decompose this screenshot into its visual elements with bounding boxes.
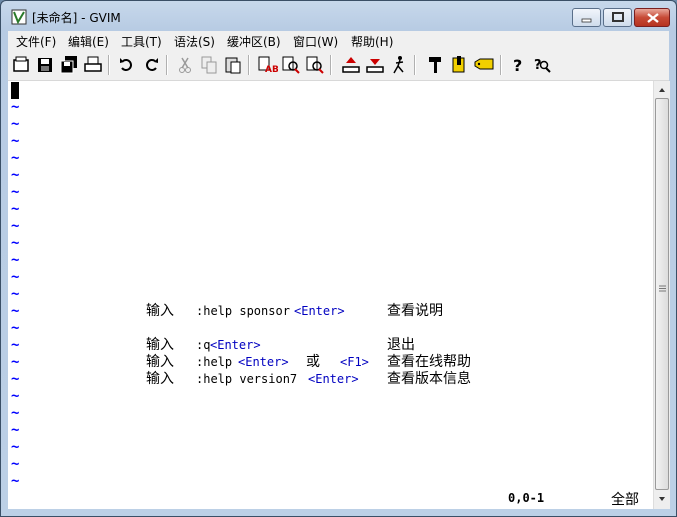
editor-area[interactable]: ~ ~ ~ ~ ~ ~ ~ ~ ~ ~ ~ ~ ~ ~ ~ ~ ~ ~ ~ ~ ~ ~ ~ 输入 :help sponsor… xyxy=(8,81,653,509)
tilde-marker: ~ xyxy=(11,218,20,234)
scroll-up-button[interactable] xyxy=(654,81,670,98)
toolbar-separator xyxy=(330,55,332,75)
print-icon[interactable] xyxy=(82,54,104,76)
save-icon[interactable] xyxy=(34,54,56,76)
save-session-icon[interactable] xyxy=(364,54,386,76)
toolbar-separator xyxy=(166,55,168,75)
tilde-marker: ~ xyxy=(11,184,20,200)
tilde-marker: ~ xyxy=(11,320,20,336)
find-prev-icon[interactable] xyxy=(304,54,326,76)
tilde-marker: ~ xyxy=(11,252,20,268)
scroll-indicator: 全部 xyxy=(611,492,639,508)
menu-bar: 文件(F) 编辑(E) 工具(T) 语法(S) 缓冲区(B) 窗口(W) 帮助(… xyxy=(8,31,669,51)
toolbar-separator xyxy=(248,55,250,75)
svg-text:?: ? xyxy=(513,56,522,75)
tilde-marker: ~ xyxy=(11,286,20,302)
tilde-marker: ~ xyxy=(11,303,20,319)
find-replace-icon[interactable]: AB xyxy=(256,54,278,76)
tilde-marker: ~ xyxy=(11,201,20,217)
help-icon[interactable]: ? xyxy=(507,54,529,76)
minimize-button[interactable] xyxy=(572,8,601,27)
toolbar: AB ? ? xyxy=(8,51,669,81)
tilde-marker: ~ xyxy=(11,150,20,166)
paste-icon[interactable] xyxy=(222,54,244,76)
tilde-marker: ~ xyxy=(11,371,20,387)
find-help-icon[interactable]: ? xyxy=(531,54,553,76)
load-session-icon[interactable] xyxy=(340,54,362,76)
run-script-icon[interactable] xyxy=(388,54,410,76)
open-icon[interactable] xyxy=(10,54,32,76)
menu-help[interactable]: 帮助(H) xyxy=(351,33,393,50)
menu-buffers[interactable]: 缓冲区(B) xyxy=(227,33,281,50)
close-button[interactable] xyxy=(634,8,670,27)
tilde-marker: ~ xyxy=(11,473,20,489)
copy-icon[interactable] xyxy=(198,54,220,76)
scroll-down-button[interactable] xyxy=(654,490,670,507)
undo-icon[interactable] xyxy=(116,54,138,76)
tilde-marker: ~ xyxy=(11,388,20,404)
tilde-marker: ~ xyxy=(11,439,20,455)
menu-tools[interactable]: 工具(T) xyxy=(121,33,162,50)
jump-tag-icon[interactable] xyxy=(473,54,495,76)
toolbar-separator xyxy=(414,55,416,75)
svg-text:AB: AB xyxy=(265,65,278,75)
cursor-position: 0,0-1 xyxy=(508,491,545,505)
tilde-marker: ~ xyxy=(11,422,20,438)
run-ctags-icon[interactable] xyxy=(448,54,470,76)
gvim-window: [未命名] - GVIM 文件(F) 编辑(E) 工具(T) 语法(S) 缓冲区… xyxy=(0,0,677,517)
tilde-marker: ~ xyxy=(11,405,20,421)
menu-file[interactable]: 文件(F) xyxy=(16,33,56,50)
tilde-marker: ~ xyxy=(11,167,20,183)
vim-app-icon xyxy=(11,9,27,25)
tilde-marker: ~ xyxy=(11,133,20,149)
text-cursor xyxy=(11,82,19,99)
toolbar-separator xyxy=(500,55,502,75)
cut-icon[interactable] xyxy=(174,54,196,76)
save-all-icon[interactable] xyxy=(58,54,80,76)
maximize-button[interactable] xyxy=(603,8,632,27)
menu-window[interactable]: 窗口(W) xyxy=(293,33,338,50)
toolbar-separator xyxy=(108,55,110,75)
menu-syntax[interactable]: 语法(S) xyxy=(174,33,215,50)
scrollbar-thumb[interactable] xyxy=(655,98,669,490)
tilde-marker: ~ xyxy=(11,269,20,285)
find-next-icon[interactable] xyxy=(280,54,302,76)
make-icon[interactable] xyxy=(424,54,446,76)
tilde-marker: ~ xyxy=(11,337,20,353)
redo-icon[interactable] xyxy=(140,54,162,76)
menu-edit[interactable]: 编辑(E) xyxy=(68,33,109,50)
tilde-marker: ~ xyxy=(11,99,20,115)
tilde-marker: ~ xyxy=(11,456,20,472)
vertical-scrollbar[interactable] xyxy=(653,81,670,509)
window-title: [未命名] - GVIM xyxy=(32,11,121,25)
tilde-marker: ~ xyxy=(11,235,20,251)
tilde-marker: ~ xyxy=(11,116,20,132)
tilde-marker: ~ xyxy=(11,354,20,370)
title-bar[interactable]: [未命名] - GVIM xyxy=(1,1,676,31)
